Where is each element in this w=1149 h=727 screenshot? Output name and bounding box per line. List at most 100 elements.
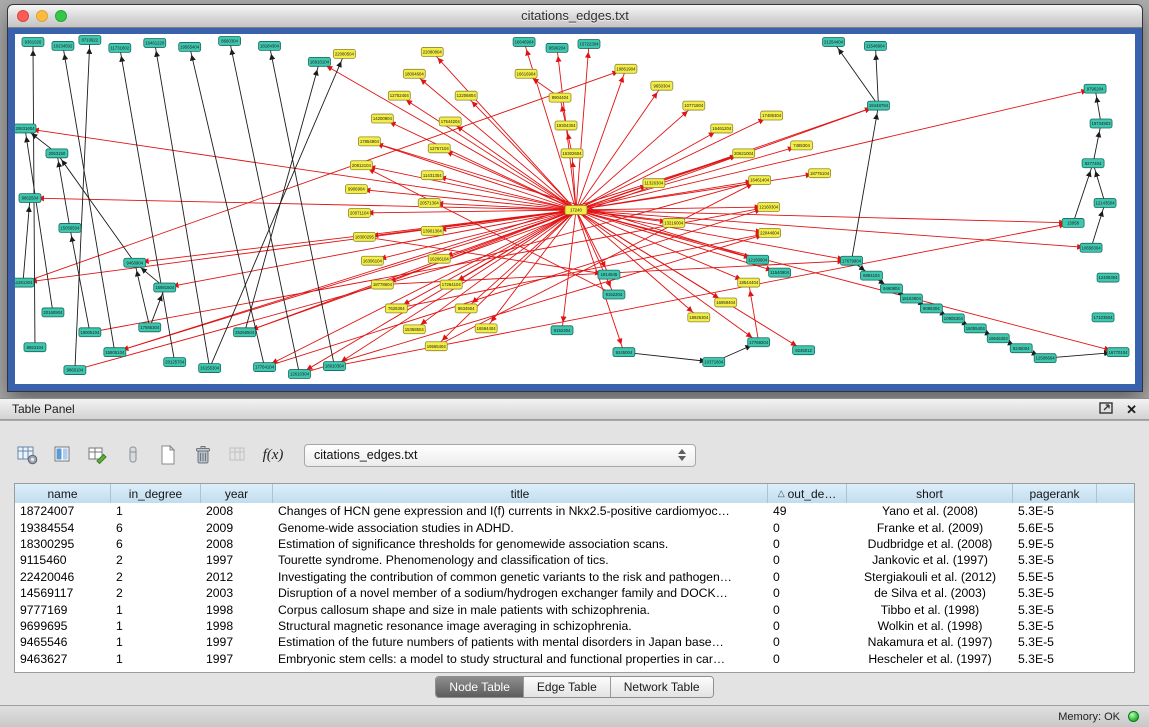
graph-node[interactable]: 16155304 (199, 364, 221, 373)
graph-node[interactable]: 13901304 (421, 226, 443, 235)
cell-pagerank[interactable]: 5.3E-5 (1013, 652, 1097, 666)
graph-node[interactable]: 9245004 (1010, 344, 1032, 353)
cell-year[interactable]: 1997 (201, 652, 273, 666)
graph-node[interactable]: 12752404 (388, 91, 410, 100)
graph-node[interactable]: 11431304 (421, 171, 443, 180)
tab-node-table[interactable]: Node Table (436, 677, 524, 697)
show-columns-icon[interactable] (51, 443, 75, 467)
cell-name[interactable]: 9115460 (15, 553, 111, 567)
graph-node[interactable]: 9862504 (19, 194, 41, 203)
graph-node[interactable]: 9460804 (880, 284, 902, 293)
tab-network-table[interactable]: Network Table (611, 677, 713, 697)
cell-name[interactable]: 9463627 (15, 652, 111, 666)
cell-in_degree[interactable]: 2 (111, 570, 201, 584)
cell-name[interactable]: 9699695 (15, 619, 111, 633)
cell-pagerank[interactable]: 5.3E-5 (1013, 504, 1097, 518)
graph-node[interactable]: 19565404 (179, 42, 201, 51)
graph-node[interactable]: 10371804 (703, 358, 725, 367)
graph-node[interactable]: 12143504 (1094, 199, 1116, 208)
graph-node[interactable]: 14200904 (371, 114, 393, 123)
graph-node[interactable]: 22044604 (759, 228, 781, 237)
cell-short[interactable]: Tibbo et al. (1998) (847, 603, 1013, 617)
cell-pagerank[interactable]: 5.3E-5 (1013, 586, 1097, 600)
cell-short[interactable]: Dudbridge et al. (2008) (847, 537, 1013, 551)
cell-out_degree[interactable]: 0 (768, 570, 847, 584)
cell-in_degree[interactable]: 2 (111, 553, 201, 567)
graph-node[interactable]: 20571304 (418, 199, 440, 208)
graph-node[interactable]: 17769204 (748, 338, 770, 347)
graph-node[interactable]: 17485304 (761, 111, 783, 120)
graph-node[interactable]: 1914545 (598, 270, 620, 279)
graph-node[interactable]: 9860104 (64, 366, 86, 375)
graph-node[interactable]: 21254404 (823, 37, 845, 46)
column-header-in_degree[interactable]: in_degree (111, 484, 201, 503)
cell-name[interactable]: 19384554 (15, 521, 111, 535)
graph-node[interactable]: 11540904 (769, 268, 791, 277)
function-builder-icon[interactable]: f(x) (261, 443, 285, 467)
graph-node[interactable]: 20631604 (15, 124, 36, 133)
graph-node[interactable]: 19645304 (987, 334, 1009, 343)
graph-node[interactable]: 22080804 (421, 47, 443, 56)
graph-node[interactable]: 12160904 (747, 255, 769, 264)
graph-node[interactable]: 2063150 (46, 149, 68, 158)
graph-node[interactable]: 13216004 (663, 218, 685, 227)
tab-edge-table[interactable]: Edge Table (524, 677, 611, 697)
graph-node[interactable]: 8894104 (860, 271, 882, 280)
graph-node[interactable]: 10905304 (942, 314, 964, 323)
graph-node[interactable]: 9796204 (1084, 84, 1106, 93)
cell-name[interactable]: 18300295 (15, 537, 111, 551)
network-selector[interactable]: citations_edges.txt (304, 444, 696, 467)
cell-in_degree[interactable]: 1 (111, 603, 201, 617)
cell-short[interactable]: Franke et al. (2009) (847, 521, 1013, 535)
cell-year[interactable]: 1997 (201, 635, 273, 649)
cell-title[interactable]: Tourette syndrome. Phenomenology and cla… (273, 553, 768, 567)
graph-node[interactable]: 18910104 (308, 57, 330, 66)
graph-node[interactable]: 8660304 (219, 36, 241, 45)
cell-short[interactable]: Stergiakouli et al. (2012) (847, 570, 1013, 584)
graph-node[interactable]: 17764104 (254, 363, 276, 372)
graph-node[interactable]: 16959404 (715, 298, 737, 307)
graph-node[interactable]: 9277404 (1082, 159, 1104, 168)
graph-node[interactable]: 18544404 (738, 278, 760, 287)
graph-node[interactable]: 18004604 (403, 69, 425, 78)
cell-year[interactable]: 1997 (201, 553, 273, 567)
graph-node[interactable]: 11731802 (109, 43, 131, 52)
graph-node[interactable]: 15722304 (578, 39, 600, 48)
graph-node[interactable]: 10771804 (683, 101, 705, 110)
graph-node[interactable]: 9904404 (549, 93, 571, 102)
graph-node[interactable]: 9906904 (345, 185, 367, 194)
graph-node[interactable]: 19861904 (615, 64, 637, 73)
cell-short[interactable]: de Silva et al. (2003) (847, 586, 1013, 600)
cell-out_degree[interactable]: 0 (768, 586, 847, 600)
graph-node[interactable]: 10658304 (1080, 243, 1102, 252)
cell-year[interactable]: 2012 (201, 570, 273, 584)
graph-node[interactable]: 16646904 (513, 37, 535, 46)
cell-short[interactable]: Jankovic et al. (1997) (847, 553, 1013, 567)
graph-node[interactable]: 17544204 (439, 117, 461, 126)
graph-node[interactable]: 12206804 (455, 91, 477, 100)
cell-pagerank[interactable]: 5.3E-5 (1013, 635, 1097, 649)
graph-node[interactable]: 7625304 (385, 304, 407, 313)
cell-title[interactable]: Genome-wide association studies in ADHD. (273, 521, 768, 535)
graph-node[interactable]: 19005104 (79, 328, 101, 337)
column-header-year[interactable]: year (201, 484, 273, 503)
cell-in_degree[interactable]: 1 (111, 504, 201, 518)
cell-pagerank[interactable]: 5.3E-5 (1013, 553, 1097, 567)
graph-node[interactable]: 17103504 (1092, 313, 1114, 322)
graph-node[interactable]: 7485304 (791, 141, 813, 150)
cell-title[interactable]: Investigating the contribution of common… (273, 570, 768, 584)
graph-node[interactable]: 15981504 (154, 283, 176, 292)
cell-pagerank[interactable]: 5.5E-5 (1013, 570, 1097, 584)
cell-name[interactable]: 9777169 (15, 603, 111, 617)
column-header-pagerank[interactable]: pagerank (1013, 484, 1097, 503)
graph-node[interactable]: 9152204 (603, 290, 625, 299)
graph-node[interactable]: 16055404 (964, 324, 986, 333)
graph-node[interactable]: 9650304 (651, 81, 673, 90)
graph-node[interactable]: 16306104 (361, 256, 383, 265)
graph-node[interactable]: 17264104 (440, 280, 462, 289)
graph-node[interactable]: 17240 (565, 206, 587, 215)
graph-node[interactable]: 16461404 (749, 176, 771, 185)
cell-out_degree[interactable]: 0 (768, 603, 847, 617)
cell-year[interactable]: 2008 (201, 504, 273, 518)
graph-node[interactable]: 20812104 (350, 161, 372, 170)
